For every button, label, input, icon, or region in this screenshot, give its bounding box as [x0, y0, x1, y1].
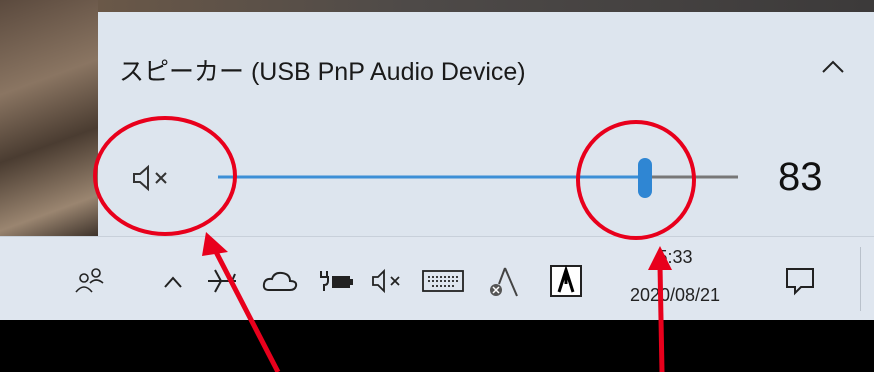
speaker-muted-icon [133, 164, 167, 192]
speaker-muted-icon[interactable] [368, 263, 410, 299]
clock-time: 5:33 [657, 247, 693, 267]
people-icon[interactable] [72, 263, 108, 299]
desktop-wallpaper [0, 0, 98, 236]
volume-slider[interactable] [218, 152, 748, 202]
clock-date: 2020/08/21 [629, 285, 721, 305]
airplane-icon[interactable] [204, 263, 240, 299]
app-icon[interactable] [546, 261, 586, 301]
device-name-label: スピーカー (USB PnP Audio Device) [119, 58, 526, 86]
taskbar: 5:33 2020/08/21 [0, 236, 874, 321]
taskbar-divider [860, 247, 861, 311]
volume-value: 83 [778, 155, 823, 199]
onedrive-cloud-icon[interactable] [260, 263, 300, 299]
action-center-icon[interactable] [780, 261, 820, 301]
app-icon[interactable] [484, 261, 524, 301]
desktop-wallpaper-top [98, 0, 874, 12]
screen-bottom [0, 320, 874, 372]
show-hidden-icons-button[interactable] [158, 267, 188, 297]
mute-toggle-button[interactable] [128, 158, 178, 198]
battery-charging-icon[interactable] [316, 263, 356, 299]
chevron-up-icon[interactable] [819, 57, 847, 77]
chevron-up-icon [164, 276, 182, 288]
volume-flyout: スピーカー (USB PnP Audio Device) 83 [98, 12, 874, 236]
keyboard-icon[interactable] [420, 263, 466, 299]
slider-thumb[interactable] [638, 158, 652, 198]
